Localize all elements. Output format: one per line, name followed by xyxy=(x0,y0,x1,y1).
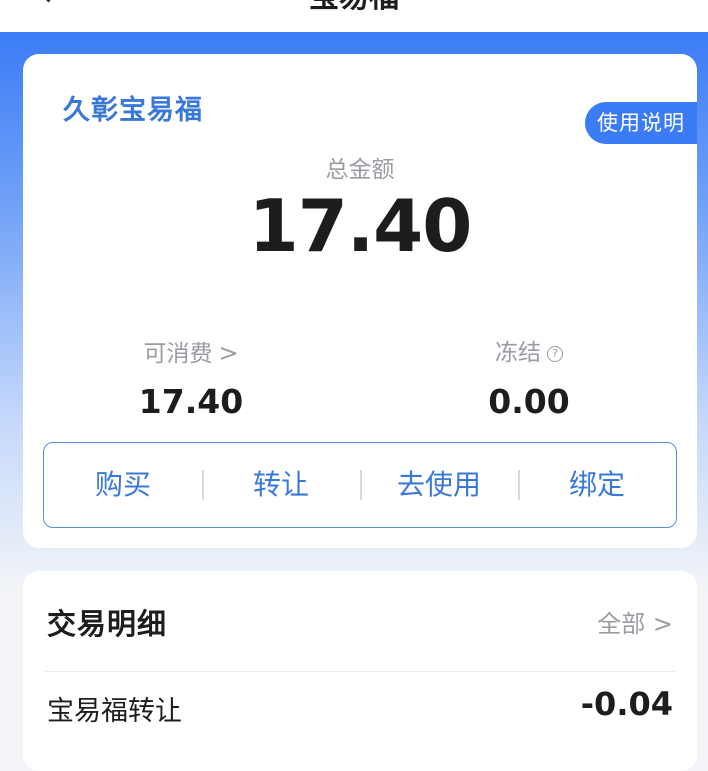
action-bar: 购买 转让 去使用 绑定 xyxy=(43,442,677,528)
usage-guide-button[interactable]: 使用说明 xyxy=(585,102,697,144)
spendable-section[interactable]: 可消费 > 17.40 xyxy=(51,336,331,421)
bind-button[interactable]: 绑定 xyxy=(518,443,676,527)
frozen-header: 冻结? xyxy=(389,336,669,370)
transactions-title: 交易明细 xyxy=(47,607,168,641)
total-amount-value: 17.40 xyxy=(248,184,473,268)
transactions-card: 交易明细 全部 > 宝易福转让 -0.04 xyxy=(23,571,697,771)
divider xyxy=(45,671,675,672)
spendable-label: 可消费 xyxy=(143,341,213,367)
top-nav-bar: 宝易福 xyxy=(0,0,708,32)
use-button[interactable]: 去使用 xyxy=(360,443,518,527)
view-all-link[interactable]: 全部 > xyxy=(597,604,673,639)
total-amount-label: 总金额 xyxy=(325,157,395,183)
spendable-value: 17.40 xyxy=(138,382,244,421)
transfer-button[interactable]: 转让 xyxy=(202,443,360,527)
chevron-right-icon: > xyxy=(218,339,239,367)
account-name: 久彰宝易福 xyxy=(63,95,203,126)
frozen-section: 冻结? 0.00 xyxy=(389,336,669,421)
question-circle-icon[interactable]: ? xyxy=(547,346,563,362)
buy-button[interactable]: 购买 xyxy=(44,443,202,527)
spendable-header[interactable]: 可消费 > xyxy=(51,336,331,370)
page-title: 宝易福 xyxy=(0,0,708,18)
transaction-row-label[interactable]: 宝易福转让 xyxy=(47,689,182,728)
frozen-label: 冻结 xyxy=(495,340,541,366)
transaction-row-amount: -0.04 xyxy=(580,685,673,723)
frozen-value: 0.00 xyxy=(488,382,570,421)
account-card: 久彰宝易福 使用说明 总金额 17.40 可消费 > 17.40 冻结? 0.00… xyxy=(23,54,697,548)
